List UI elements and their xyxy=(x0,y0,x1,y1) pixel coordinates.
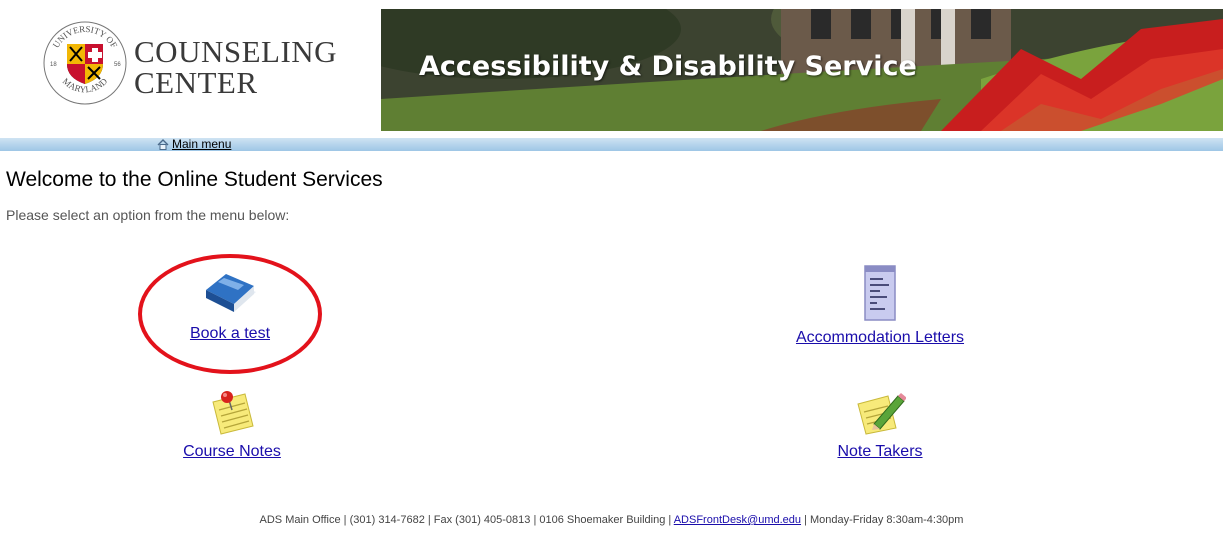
option-accommodation-letters[interactable]: Accommodation Letters xyxy=(760,264,1000,347)
main-menu-label: Main menu xyxy=(172,137,232,151)
note-pencil-icon xyxy=(857,393,906,435)
logo-line-2: CENTER xyxy=(134,65,258,100)
home-icon xyxy=(157,139,169,150)
option-course-notes[interactable]: Course Notes xyxy=(152,388,312,461)
svg-text:56: 56 xyxy=(114,62,121,68)
footer-contact: ADS Main Office | (301) 314-7682 | Fax (… xyxy=(0,514,1223,526)
main-menu-link[interactable]: Main menu xyxy=(157,138,231,151)
page-title: Welcome to the Online Student Services xyxy=(6,168,383,191)
note-takers-link[interactable]: Note Takers xyxy=(837,443,922,460)
highlight-circle xyxy=(138,254,322,374)
svg-text:18: 18 xyxy=(50,62,57,68)
counseling-center-logo[interactable]: UNIVERSITY OF MARYLAND 18 56 COUNSELING … xyxy=(42,14,382,114)
footer-text: ADS Main Office | (301) 314-7682 | Fax (… xyxy=(259,514,674,526)
footer-hours: | Monday-Friday 8:30am-4:30pm xyxy=(801,514,964,526)
accommodation-letters-link[interactable]: Accommodation Letters xyxy=(796,329,964,346)
logo-text: COUNSELING CENTER xyxy=(134,36,337,98)
pinned-note-icon xyxy=(212,391,254,435)
document-list-icon xyxy=(864,265,896,321)
course-notes-link[interactable]: Course Notes xyxy=(183,443,281,460)
banner-title: Accessibility & Disability Service xyxy=(419,51,917,82)
site-header: UNIVERSITY OF MARYLAND 18 56 COUNSELING … xyxy=(0,0,1223,138)
option-note-takers[interactable]: Note Takers xyxy=(800,388,960,461)
logo-line-1: COUNSELING xyxy=(134,34,338,69)
header-banner: Accessibility & Disability Service xyxy=(381,9,1223,131)
instructions-text: Please select an option from the menu be… xyxy=(6,207,290,223)
front-desk-email-link[interactable]: ADSFrontDesk@umd.edu xyxy=(674,514,801,526)
university-seal-icon: UNIVERSITY OF MARYLAND 18 56 xyxy=(43,21,127,105)
nav-bar: Main menu xyxy=(0,138,1223,151)
